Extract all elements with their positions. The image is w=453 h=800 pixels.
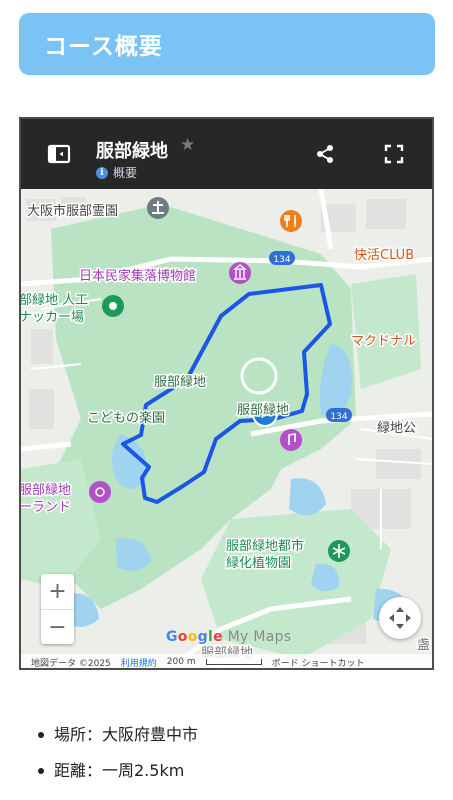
map-data-credit: 地図データ ©2025	[31, 658, 111, 669]
map-attribution: 地図データ ©2025 利用規約 200 m ボード ショートカット	[21, 654, 432, 669]
section-header: コース概要	[19, 13, 435, 75]
recenter-button[interactable]	[379, 597, 421, 639]
course-facts-list: 場所：大阪府豊中市 距離：一周2.5km	[38, 718, 198, 790]
info-icon: i	[96, 166, 108, 179]
map-label: こどもの楽園	[87, 410, 165, 426]
route-shield-label: 134	[330, 412, 347, 422]
route-shield-label: 134	[273, 255, 290, 265]
map-label: マクドナル	[351, 334, 416, 349]
fullscreen-icon[interactable]	[381, 141, 407, 167]
music-venue-marker-icon	[280, 429, 302, 451]
map-title[interactable]: 服部緑地	[96, 137, 168, 163]
zoom-out-button[interactable]: −	[41, 609, 74, 644]
map-toolbar: 服部緑地 ★ i 概要	[21, 119, 432, 189]
embedded-map[interactable]: 服部緑地 ★ i 概要 134 134 大阪市服部霊園 日本民家集落博物館 快活…	[19, 117, 434, 670]
map-label: 服部緑地	[237, 403, 289, 418]
map-label: 日本民家集落博物館	[79, 268, 196, 284]
zoom-in-button[interactable]: +	[41, 574, 74, 609]
map-label: 緑地公	[377, 421, 416, 436]
sidebar-toggle-icon[interactable]	[45, 141, 73, 167]
map-label: ーランド	[21, 500, 71, 515]
map-label: 服部緑地	[154, 375, 206, 390]
google-my-maps-logo: Google My Maps	[166, 629, 292, 645]
map-label: 快活CLUB	[354, 248, 414, 263]
amusement-marker-icon	[89, 481, 111, 503]
star-icon[interactable]: ★	[180, 135, 195, 155]
list-item: 場所：大阪府豊中市	[38, 718, 198, 754]
map-label: ナッカー場	[21, 310, 84, 325]
restaurant-marker-icon	[280, 210, 302, 232]
map-label: 大阪市服部霊園	[27, 203, 118, 219]
list-item: 距離：一周2.5km	[38, 754, 198, 790]
map-canvas[interactable]: 134 134 大阪市服部霊園 日本民家集落博物館 快活CLUB マクドナル 部…	[21, 188, 432, 668]
keyboard-shortcuts-link[interactable]: ボード ショートカット	[272, 656, 365, 669]
share-icon[interactable]	[312, 141, 338, 167]
scale-label: 200 m	[166, 657, 196, 667]
map-svg: 134 134 大阪市服部霊園 日本民家集落博物館 快活CLUB マクドナル 部…	[21, 188, 432, 668]
terms-link[interactable]: 利用規約	[121, 656, 157, 669]
section-title: コース概要	[44, 34, 163, 60]
zoom-control: + −	[41, 574, 74, 644]
my-maps-label: My Maps	[222, 629, 292, 645]
map-label: 部緑地 人工	[21, 293, 88, 308]
map-label: 服部緑地	[21, 483, 71, 498]
pan-arrows-icon	[389, 607, 411, 629]
overview-label: 概要	[113, 166, 138, 180]
overview-link[interactable]: i 概要	[96, 164, 137, 181]
scale-bar	[205, 659, 262, 665]
map-label: 盏	[417, 638, 430, 653]
map-label: 緑化植物園	[226, 556, 291, 571]
map-label: 服部緑地都市	[226, 538, 304, 554]
